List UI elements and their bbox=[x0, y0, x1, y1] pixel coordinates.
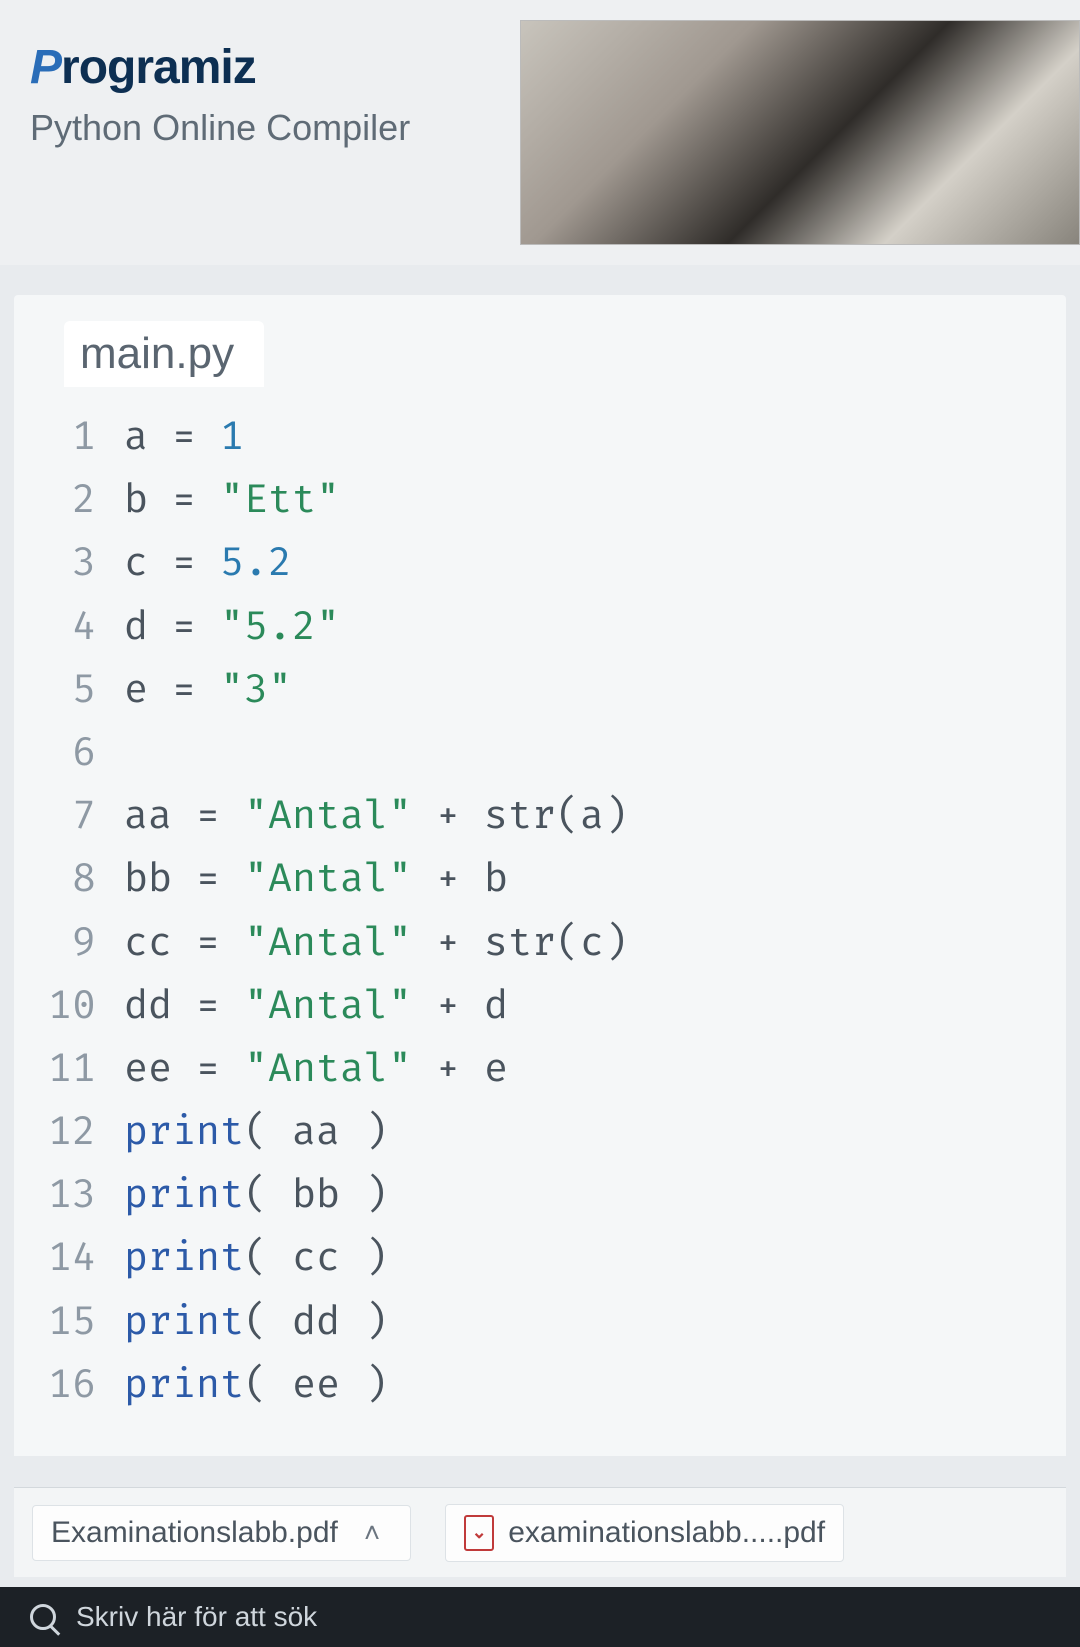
brand-rest: rogramiz bbox=[61, 41, 256, 94]
code-line[interactable]: 14print( cc ) bbox=[44, 1226, 1066, 1289]
brand-logo[interactable]: Programiz bbox=[30, 40, 410, 95]
download-item-1[interactable]: Examinationslabb.pdf ˄ bbox=[32, 1505, 411, 1561]
code-line[interactable]: 9cc = "Antal" + str(c) bbox=[44, 911, 1066, 974]
code-text[interactable]: d = "5.2" bbox=[124, 595, 340, 658]
line-number: 7 bbox=[44, 784, 124, 847]
code-line[interactable]: 16print( ee ) bbox=[44, 1353, 1066, 1416]
line-number: 2 bbox=[44, 468, 124, 531]
line-number: 11 bbox=[44, 1037, 124, 1100]
code-line[interactable]: 5e = "3" bbox=[44, 658, 1066, 721]
tab-main-py[interactable]: main.py bbox=[64, 321, 264, 387]
code-editor[interactable]: 1a = 12b = "Ett"3c = 5.24d = "5.2"5e = "… bbox=[14, 405, 1066, 1416]
line-number: 5 bbox=[44, 658, 124, 721]
code-line[interactable]: 2b = "Ett" bbox=[44, 468, 1066, 531]
line-number: 16 bbox=[44, 1353, 124, 1416]
code-line[interactable]: 15print( dd ) bbox=[44, 1290, 1066, 1353]
line-number: 8 bbox=[44, 847, 124, 910]
editor-section: main.py 1a = 12b = "Ett"3c = 5.24d = "5.… bbox=[14, 295, 1066, 1456]
code-text[interactable]: print( ee ) bbox=[124, 1353, 388, 1416]
search-icon[interactable] bbox=[30, 1604, 56, 1630]
ad-image[interactable] bbox=[520, 20, 1080, 245]
page-header: Programiz Python Online Compiler bbox=[0, 0, 1080, 265]
line-number: 14 bbox=[44, 1226, 124, 1289]
line-number: 15 bbox=[44, 1290, 124, 1353]
line-number: 6 bbox=[44, 721, 124, 784]
code-text[interactable]: bb = "Antal" + b bbox=[124, 847, 508, 910]
line-number: 13 bbox=[44, 1163, 124, 1226]
brand-block: Programiz Python Online Compiler bbox=[30, 20, 410, 149]
download-item-2[interactable]: ⌄ examinationslabb.....pdf bbox=[445, 1504, 844, 1562]
taskbar-search-text[interactable]: Skriv här för att sök bbox=[76, 1601, 317, 1633]
code-text[interactable]: print( cc ) bbox=[124, 1226, 388, 1289]
code-line[interactable]: 13print( bb ) bbox=[44, 1163, 1066, 1226]
code-line[interactable]: 10dd = "Antal" + d bbox=[44, 974, 1066, 1037]
page-subtitle: Python Online Compiler bbox=[30, 107, 410, 149]
code-text[interactable]: c = 5.2 bbox=[124, 531, 292, 594]
code-text[interactable]: b = "Ett" bbox=[124, 468, 340, 531]
pdf-icon: ⌄ bbox=[464, 1515, 494, 1551]
code-text[interactable]: cc = "Antal" + str(c) bbox=[124, 911, 628, 974]
code-text[interactable]: a = 1 bbox=[124, 405, 244, 468]
code-line[interactable]: 1a = 1 bbox=[44, 405, 1066, 468]
chevron-up-icon[interactable]: ˄ bbox=[352, 1517, 392, 1549]
code-text[interactable]: print( aa ) bbox=[124, 1100, 388, 1163]
code-text[interactable]: dd = "Antal" + d bbox=[124, 974, 508, 1037]
line-number: 1 bbox=[44, 405, 124, 468]
code-line[interactable]: 11ee = "Antal" + e bbox=[44, 1037, 1066, 1100]
code-line[interactable]: 8bb = "Antal" + b bbox=[44, 847, 1066, 910]
code-text[interactable]: ee = "Antal" + e bbox=[124, 1037, 508, 1100]
code-line[interactable]: 3c = 5.2 bbox=[44, 531, 1066, 594]
code-line[interactable]: 7aa = "Antal" + str(a) bbox=[44, 784, 1066, 847]
code-text[interactable]: e = "3" bbox=[124, 658, 292, 721]
windows-taskbar[interactable]: Skriv här för att sök bbox=[0, 1587, 1080, 1647]
download-label-2: examinationslabb.....pdf bbox=[508, 1516, 825, 1550]
code-line[interactable]: 6 bbox=[44, 721, 1066, 784]
line-number: 3 bbox=[44, 531, 124, 594]
downloads-bar: Examinationslabb.pdf ˄ ⌄ examinationslab… bbox=[14, 1487, 1066, 1577]
code-text[interactable]: aa = "Antal" + str(a) bbox=[124, 784, 628, 847]
code-line[interactable]: 4d = "5.2" bbox=[44, 595, 1066, 658]
code-text[interactable]: print( dd ) bbox=[124, 1290, 388, 1353]
code-text[interactable]: print( bb ) bbox=[124, 1163, 388, 1226]
line-number: 4 bbox=[44, 595, 124, 658]
download-label-1: Examinationslabb.pdf bbox=[51, 1516, 338, 1550]
code-line[interactable]: 12print( aa ) bbox=[44, 1100, 1066, 1163]
line-number: 12 bbox=[44, 1100, 124, 1163]
line-number: 10 bbox=[44, 974, 124, 1037]
line-number: 9 bbox=[44, 911, 124, 974]
tab-bar: main.py bbox=[14, 295, 1066, 405]
brand-first-letter: P bbox=[30, 41, 61, 94]
